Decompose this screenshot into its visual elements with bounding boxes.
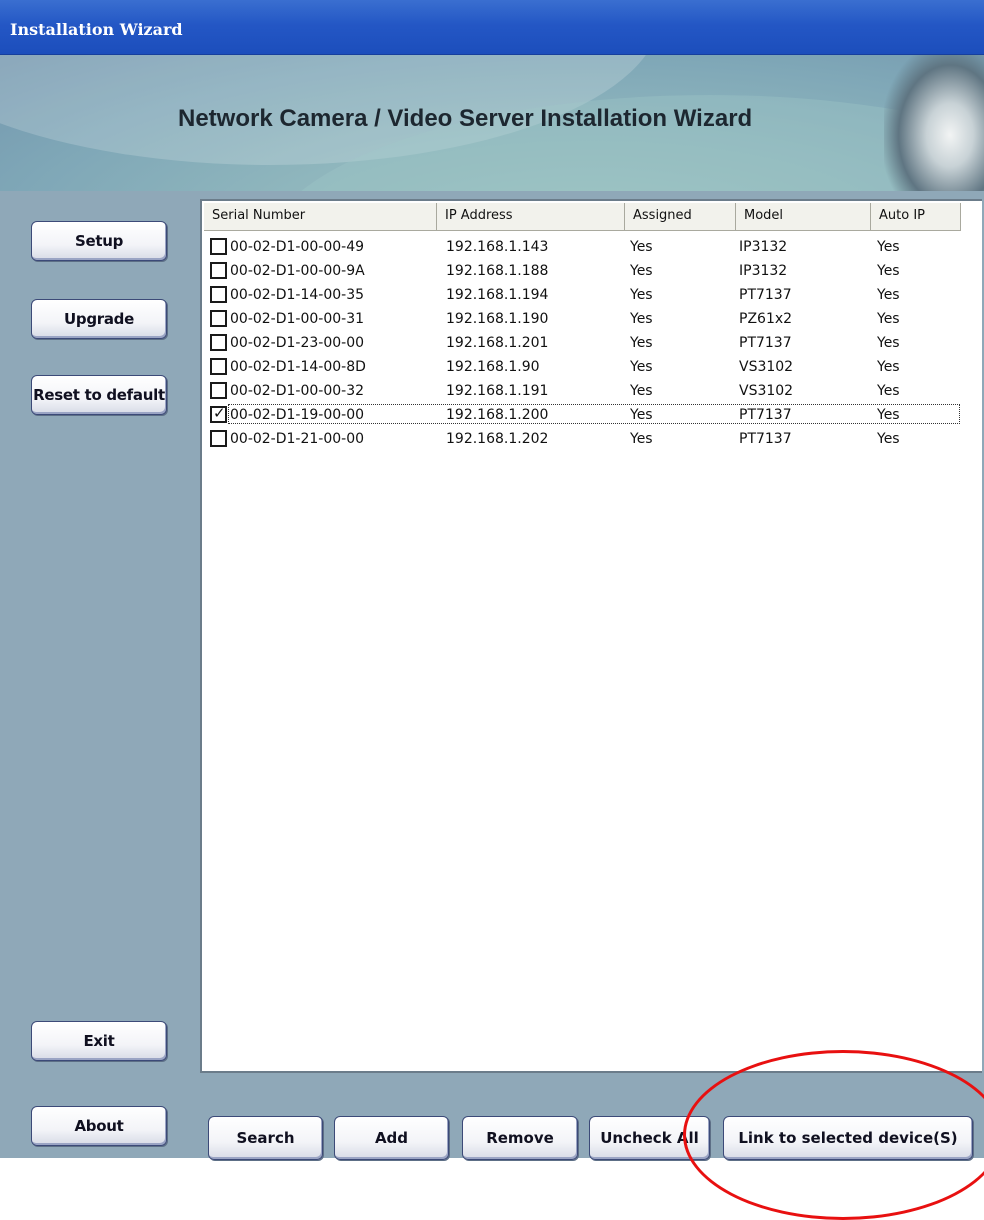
about-button-label: About: [74, 1117, 124, 1135]
cell-assigned: Yes: [630, 287, 653, 303]
cell-auto-ip: Yes: [877, 239, 900, 255]
cell-ip: 192.168.1.194: [446, 287, 549, 303]
cell-ip: 192.168.1.143: [446, 239, 549, 255]
cell-serial: 00-02-D1-00-00-49: [230, 239, 365, 255]
main-panel: Serial Number IP Address Assigned Model …: [188, 191, 984, 1160]
cell-auto-ip: Yes: [877, 431, 900, 447]
cell-assigned: Yes: [630, 263, 653, 279]
search-button-label: Search: [236, 1129, 295, 1147]
cell-ip: 192.168.1.200: [446, 407, 549, 423]
table-row[interactable]: 00-02-D1-23-00-00 192.168.1.201 Yes PT7137 Y…: [204, 331, 964, 355]
link-to-selected-device-button[interactable]: Link to selected device(S): [723, 1116, 973, 1160]
row-checkbox[interactable]: [210, 286, 227, 303]
cell-ip: 192.168.1.190: [446, 311, 549, 327]
row-checkbox[interactable]: [210, 404, 227, 423]
reset-button-label: Reset to default: [33, 386, 165, 404]
remove-button[interactable]: Remove: [462, 1116, 578, 1160]
column-header-ip-address[interactable]: IP Address: [437, 203, 625, 231]
upgrade-button-label: Upgrade: [64, 310, 134, 328]
exit-button-label: Exit: [83, 1032, 115, 1050]
table-row[interactable]: 00-02-D1-14-00-8D 192.168.1.90 Yes VS3102 Ye…: [204, 355, 964, 379]
cell-auto-ip: Yes: [877, 335, 900, 351]
cell-assigned: Yes: [630, 383, 653, 399]
device-list[interactable]: Serial Number IP Address Assigned Model …: [200, 199, 982, 1073]
table-row[interactable]: 00-02-D1-00-00-9A 192.168.1.188 Yes IP3132 Y…: [204, 259, 964, 283]
cell-model: IP3132: [739, 239, 788, 255]
cell-model: VS3102: [739, 359, 794, 375]
cell-model: PT7137: [739, 287, 792, 303]
cell-ip: 192.168.1.90: [446, 359, 540, 375]
link-button-label: Link to selected device(S): [738, 1129, 958, 1147]
cell-serial: 00-02-D1-23-00-00: [230, 335, 365, 351]
cell-serial: 00-02-D1-00-00-32: [230, 383, 365, 399]
setup-button[interactable]: Setup: [31, 221, 167, 261]
cell-ip: 192.168.1.191: [446, 383, 549, 399]
column-header-auto-ip[interactable]: Auto IP: [871, 203, 961, 231]
row-checkbox[interactable]: [210, 334, 227, 351]
cell-ip: 192.168.1.202: [446, 431, 549, 447]
row-checkbox[interactable]: [210, 238, 227, 255]
cell-auto-ip: Yes: [877, 383, 900, 399]
table-row[interactable]: 00-02-D1-21-00-00 192.168.1.202 Yes PT7137 Y…: [204, 427, 964, 451]
cell-assigned: Yes: [630, 335, 653, 351]
eye-image: [884, 55, 984, 191]
uncheck-all-button[interactable]: Uncheck All: [589, 1116, 710, 1160]
cell-ip: 192.168.1.188: [446, 263, 549, 279]
cell-model: PT7137: [739, 431, 792, 447]
cell-serial: 00-02-D1-21-00-00: [230, 431, 365, 447]
cell-auto-ip: Yes: [877, 263, 900, 279]
cell-serial: 00-02-D1-00-00-31: [230, 311, 365, 327]
row-checkbox[interactable]: [210, 262, 227, 279]
cell-model: VS3102: [739, 383, 794, 399]
row-checkbox[interactable]: [210, 358, 227, 375]
row-checkbox[interactable]: [210, 430, 227, 447]
cell-assigned: Yes: [630, 359, 653, 375]
row-checkbox[interactable]: [210, 310, 227, 327]
window-title: Installation Wizard: [10, 20, 183, 39]
column-header-serial-number[interactable]: Serial Number: [204, 203, 437, 231]
device-rows: 00-02-D1-00-00-49 192.168.1.143 Yes IP3132 Y…: [204, 235, 964, 451]
cell-auto-ip: Yes: [877, 287, 900, 303]
banner-heading: Network Camera / Video Server Installati…: [178, 105, 753, 132]
about-button[interactable]: About: [31, 1106, 167, 1146]
title-bar: Installation Wizard: [0, 0, 984, 55]
cell-auto-ip: Yes: [877, 311, 900, 327]
cell-model: IP3132: [739, 263, 788, 279]
cell-serial: 00-02-D1-14-00-35: [230, 287, 365, 303]
remove-button-label: Remove: [486, 1129, 554, 1147]
setup-button-label: Setup: [74, 232, 124, 250]
exit-button[interactable]: Exit: [31, 1021, 167, 1061]
table-row[interactable]: 00-02-D1-00-00-49 192.168.1.143 Yes IP3132 Y…: [204, 235, 964, 259]
table-row[interactable]: 00-02-D1-00-00-31 192.168.1.190 Yes PZ61x2 Y…: [204, 307, 964, 331]
add-button[interactable]: Add: [334, 1116, 449, 1160]
cell-assigned: Yes: [630, 311, 653, 327]
cell-serial: 00-02-D1-14-00-8D: [230, 359, 366, 375]
cell-ip: 192.168.1.201: [446, 335, 549, 351]
uncheck-all-button-label: Uncheck All: [600, 1129, 699, 1147]
list-header: Serial Number IP Address Assigned Model …: [204, 203, 961, 231]
cell-auto-ip: Yes: [877, 359, 900, 375]
search-button[interactable]: Search: [208, 1116, 323, 1160]
cell-assigned: Yes: [630, 407, 653, 423]
cell-model: PT7137: [739, 407, 792, 423]
table-row[interactable]: 00-02-D1-19-00-00 192.168.1.200 Yes PT7137 Y…: [204, 403, 964, 427]
cell-assigned: Yes: [630, 239, 653, 255]
table-row[interactable]: 00-02-D1-00-00-32 192.168.1.191 Yes VS3102 Y…: [204, 379, 964, 403]
cell-serial: 00-02-D1-00-00-9A: [230, 263, 365, 279]
cell-assigned: Yes: [630, 431, 653, 447]
banner: Network Camera / Video Server Installati…: [0, 55, 984, 191]
cell-auto-ip: Yes: [877, 407, 900, 423]
cell-model: PZ61x2: [739, 311, 793, 327]
cell-model: PT7137: [739, 335, 792, 351]
table-row[interactable]: 00-02-D1-14-00-35 192.168.1.194 Yes PT7137 Y…: [204, 283, 964, 307]
add-button-label: Add: [374, 1129, 409, 1147]
sidebar: Setup Upgrade Reset to default Exit Abou…: [0, 191, 188, 1158]
cell-serial: 00-02-D1-19-00-00: [230, 407, 365, 423]
reset-to-default-button[interactable]: Reset to default: [31, 375, 167, 415]
column-header-model[interactable]: Model: [736, 203, 871, 231]
column-header-assigned[interactable]: Assigned: [625, 203, 736, 231]
row-checkbox[interactable]: [210, 382, 227, 399]
upgrade-button[interactable]: Upgrade: [31, 299, 167, 339]
